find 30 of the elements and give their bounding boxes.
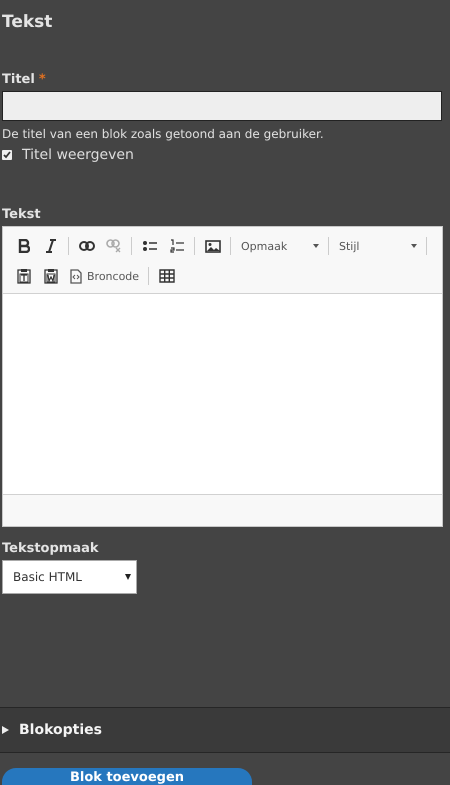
- checkbox[interactable]: [2, 150, 12, 160]
- unlink-icon: [106, 239, 122, 253]
- source-code-icon: [70, 268, 82, 284]
- expand-icon: [2, 726, 9, 734]
- collapsible-section-header[interactable]: Blokopties: [0, 707, 450, 753]
- checkbox-label: Titel weergeven: [22, 147, 134, 163]
- section-heading: Tekst: [2, 12, 54, 32]
- source-button[interactable]: Broncode: [66, 263, 144, 289]
- dropdown-button[interactable]: Opmaak: [237, 233, 323, 259]
- format-select[interactable]: Basic HTML: [2, 560, 137, 594]
- bold-icon: [18, 239, 30, 253]
- image-icon: [205, 240, 221, 252]
- paste-word-icon: [44, 268, 58, 284]
- paste-text-icon: [17, 268, 31, 284]
- field-description: De titel van een blok zoals getoond aan de gebruiker.: [2, 127, 325, 141]
- field-label: Tekst: [2, 207, 41, 222]
- add-block-button[interactable]: Blok toevoegen: [2, 768, 252, 785]
- numbered-list-icon: [170, 239, 184, 253]
- dropdown-button[interactable]: Stijl: [335, 233, 421, 259]
- italic-icon: [46, 239, 56, 253]
- field-label: Titel: [2, 72, 35, 87]
- link-icon: [79, 241, 95, 251]
- table-icon: [159, 269, 176, 283]
- caret-icon: [125, 574, 131, 580]
- bullet-list-icon: [143, 240, 157, 252]
- title-input-field[interactable]: [2, 91, 442, 121]
- caret-icon: [411, 244, 417, 248]
- caret-icon: [313, 244, 319, 248]
- required-mark: *: [38, 72, 46, 87]
- field-label: Tekstopmaak: [2, 541, 99, 556]
